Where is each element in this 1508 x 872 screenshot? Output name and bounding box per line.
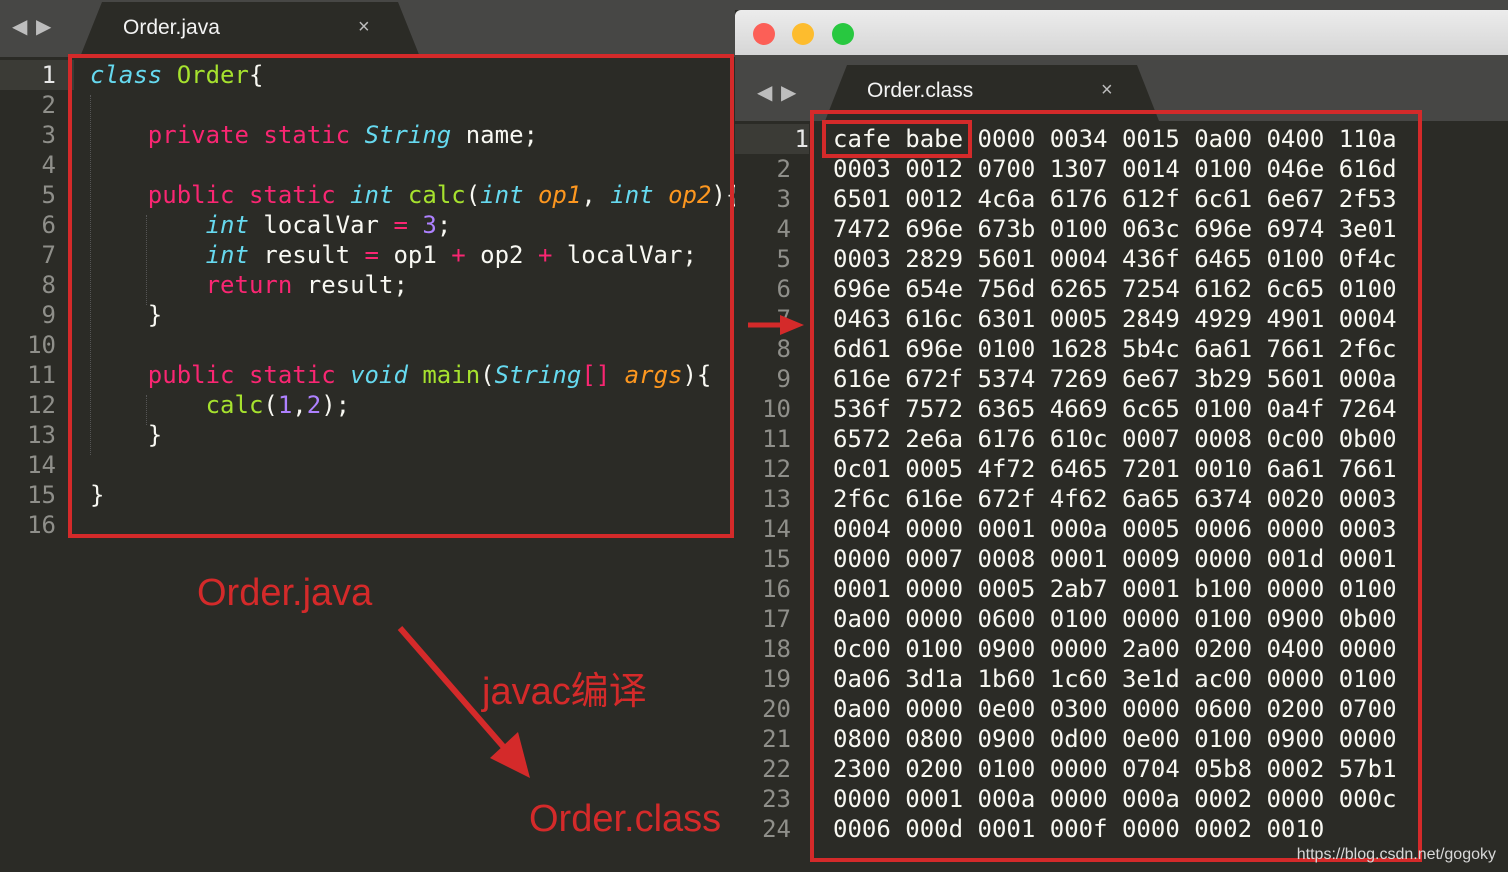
java-editor-pane: ◀ ▶ Order.java × 1 2 3 4 5 6 7 8 9 10 11 12 13 14 15 16… <box>0 0 740 872</box>
line-number: 6 <box>41 211 56 239</box>
line-number: 12 <box>762 455 791 483</box>
line-number: 14 <box>762 515 791 543</box>
line-number: 16 <box>27 511 56 539</box>
line-number: 3 <box>776 185 791 213</box>
line-number: 21 <box>762 725 791 753</box>
line-number: 13 <box>27 421 56 449</box>
java-nav-arrows: ◀ ▶ <box>12 14 51 38</box>
line-number: 23 <box>762 785 791 813</box>
line-number: 10 <box>27 331 56 359</box>
close-icon[interactable]: × <box>358 16 370 39</box>
tab-label: Order.java <box>123 16 220 39</box>
java-tab-bar: ◀ ▶ Order.java × <box>0 0 735 57</box>
back-arrow-icon[interactable]: ◀ <box>757 80 772 104</box>
line-number: 22 <box>762 755 791 783</box>
class-highlight-box <box>810 110 1422 862</box>
line-number: 10 <box>762 395 791 423</box>
window-gap <box>735 0 1508 10</box>
line-number: 17 <box>762 605 791 633</box>
close-icon[interactable]: × <box>1101 79 1113 102</box>
line-number: 7 <box>41 241 56 269</box>
line-number: 15 <box>27 481 56 509</box>
forward-arrow-icon[interactable]: ▶ <box>781 80 796 104</box>
line-number: 24 <box>762 815 791 843</box>
line-number: 19 <box>762 665 791 693</box>
compile-arrow-icon <box>397 626 530 778</box>
java-highlight-box <box>68 54 734 538</box>
class-nav-arrows: ◀ ▶ <box>757 80 796 104</box>
watermark: https://blog.csdn.net/gogoky <box>1296 846 1496 863</box>
tab-label: Order.class <box>867 79 974 102</box>
class-editor-window: ◀ ▶ Order.class × 1234567891011121314151… <box>735 0 1508 872</box>
pointer-arrow-icon <box>748 315 804 335</box>
line-number: 15 <box>762 545 791 573</box>
line-number: 8 <box>776 335 791 363</box>
line-number: 5 <box>41 181 56 209</box>
line-number: 11 <box>762 425 791 453</box>
window-title-bar <box>735 10 1508 55</box>
window-minimize-button[interactable] <box>792 23 814 45</box>
line-number: 5 <box>776 245 791 273</box>
forward-arrow-icon[interactable]: ▶ <box>36 14 51 38</box>
magic-number-box <box>822 120 972 158</box>
line-number: 14 <box>27 451 56 479</box>
line-number: 1 <box>0 60 74 90</box>
line-number: 20 <box>762 695 791 723</box>
output-annotation: Order.class <box>529 798 722 840</box>
line-number: 3 <box>41 121 56 149</box>
line-number: 2 <box>41 91 56 119</box>
line-number: 12 <box>27 391 56 419</box>
line-number: 4 <box>41 151 56 179</box>
line-number: 13 <box>762 485 791 513</box>
back-arrow-icon[interactable]: ◀ <box>12 14 27 38</box>
line-number: 16 <box>762 575 791 603</box>
line-number: 9 <box>776 365 791 393</box>
window-zoom-button[interactable] <box>832 23 854 45</box>
line-number: 6 <box>776 275 791 303</box>
window-close-button[interactable] <box>753 23 775 45</box>
line-number: 18 <box>762 635 791 663</box>
line-number: 4 <box>776 215 791 243</box>
line-number: 2 <box>776 155 791 183</box>
line-number: 11 <box>27 361 56 389</box>
line-number: 8 <box>41 271 56 299</box>
line-number: 9 <box>41 301 56 329</box>
source-annotation: Order.java <box>197 572 373 614</box>
line-number: 1 <box>735 124 809 154</box>
tab-order-java[interactable]: Order.java × <box>80 0 420 57</box>
